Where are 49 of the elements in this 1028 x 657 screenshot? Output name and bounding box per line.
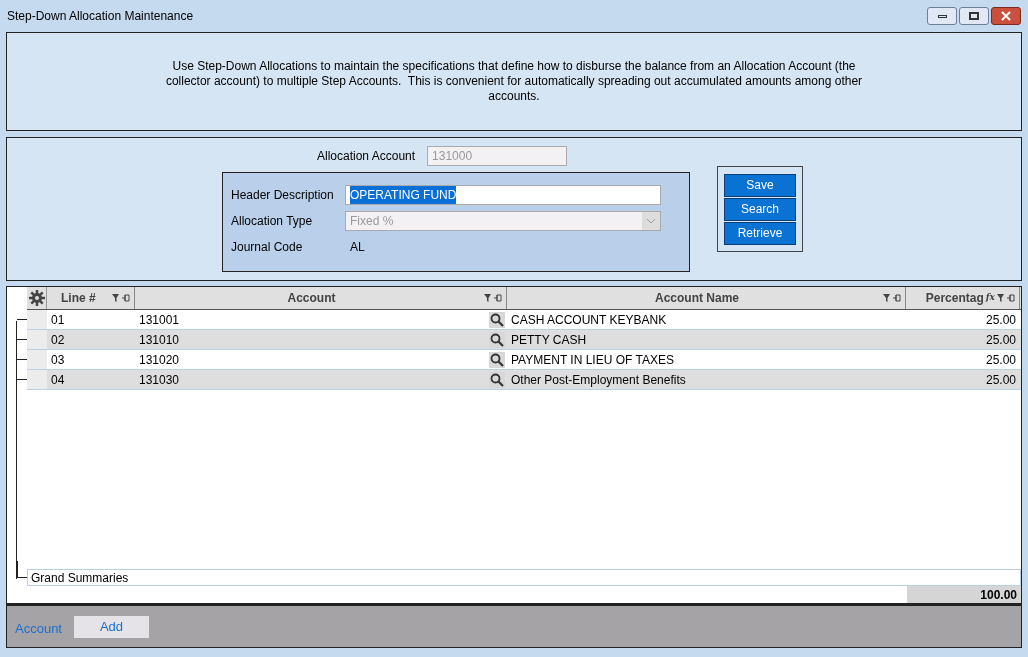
close-icon [1001,11,1011,21]
filter-pin-icon[interactable] [112,293,130,303]
filter-pin-icon[interactable] [484,293,502,303]
chevron-down-icon [646,218,656,224]
table-cell-text: PETTY CASH [510,331,588,349]
column-header[interactable]: Account Name [511,289,883,307]
formula-icon[interactable]: fx [985,291,995,305]
window-title: Step-Down Allocation Maintenance [7,8,194,25]
table-cell-text: 04 [50,371,66,389]
table-cell-text: 25.00 [984,371,1017,389]
header-description-field[interactable]: OPERATING FUND [345,185,661,205]
table-cell-text: 131010 [139,331,180,349]
search-icon[interactable] [489,351,505,368]
table-cell-text: 02 [50,331,66,349]
close-button[interactable] [991,7,1021,25]
search-icon[interactable] [489,371,505,388]
table-cell-text: 131030 [139,371,180,389]
search-icon[interactable] [489,331,505,348]
table-cell-text: CASH ACCOUNT KEYBANK [510,311,668,329]
field-label: Allocation Account [317,148,416,165]
table-cell-text: 131020 [139,351,180,369]
action-button[interactable]: Save [724,173,796,197]
column-header[interactable]: Percentag [910,289,984,307]
minimize-button[interactable] [927,7,957,25]
table-cell-text: 03 [50,351,66,369]
column-header[interactable]: Line # [51,289,112,307]
table-cell-text: 25.00 [984,351,1017,369]
table-cell-text: 131001 [139,311,180,329]
column-header[interactable]: Account [139,289,484,307]
field-label: Header Description [231,187,335,204]
table-cell-text: Other Post-Employment Benefits [510,371,687,389]
summary-label: Grand Summaries [31,569,129,587]
filter-pin-icon[interactable] [883,293,901,303]
gear-icon[interactable] [28,290,45,306]
action-button[interactable]: Retrieve [724,221,796,245]
table-cell-text: 01 [50,311,66,329]
description-text: Use Step-Down Allocations to maintain the specifications that define how to disburse the balance from an Allocation Account (the collector account) to multiple Step Accounts. This is convenient for automatically spreading out accumulated amounts among other accounts. [164,59,864,104]
journal-code-value: AL [350,239,365,256]
total-cell: 100.00 [907,586,1021,603]
add-button[interactable]: Add [74,615,149,638]
table-cell-text: 25.00 [984,311,1017,329]
table-cell-text: PAYMENT IN LIEU OF TAXES [510,351,675,369]
field-label: Allocation Type [231,213,314,230]
search-icon[interactable] [489,311,505,328]
field-label: Journal Code [231,239,304,256]
action-button[interactable]: Search [724,197,796,221]
maximize-button[interactable] [959,7,989,25]
table-cell-text: 25.00 [984,331,1017,349]
filter-pin-icon[interactable] [997,293,1015,303]
